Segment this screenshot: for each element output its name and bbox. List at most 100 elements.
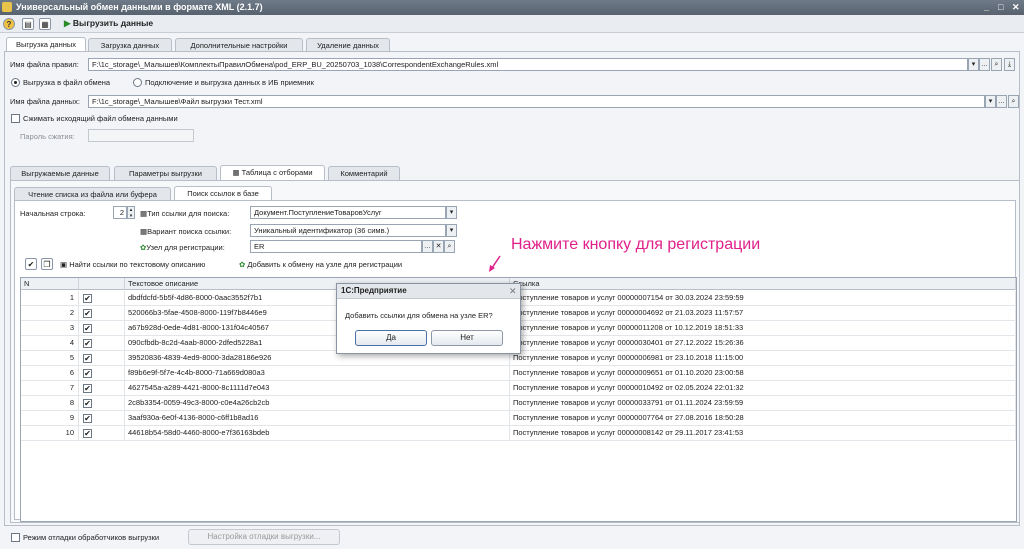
copy-icon[interactable]: ❐ <box>41 258 53 270</box>
find-refs-label: Найти ссылки по текстовому описанию <box>69 260 206 269</box>
compress-checkbox[interactable] <box>11 114 20 123</box>
row-checkbox[interactable]: ✔ <box>83 429 92 438</box>
add-to-exchange-button[interactable]: ✿ Добавить к обмену на узле для регистра… <box>239 260 402 269</box>
tab-delete-data[interactable]: Удаление данных <box>306 38 390 52</box>
dialog-no-button[interactable]: Нет <box>431 330 503 346</box>
data-file-search-icon[interactable]: ⌕ <box>1008 95 1019 108</box>
row-check-cell: ✔ <box>79 321 125 336</box>
row-text-description[interactable]: 3aaf930a-6e0f-4136-8000-c6ff1b8ad16 <box>125 411 510 426</box>
row-checkbox[interactable]: ✔ <box>83 339 92 348</box>
row-checkbox[interactable]: ✔ <box>83 294 92 303</box>
row-number: 5 <box>21 351 79 366</box>
tab-read-list[interactable]: Чтение списка из файла или буфера <box>14 187 171 201</box>
tab-filter-table[interactable]: ▦ Таблица с отборами <box>220 165 325 180</box>
row-number: 3 <box>21 321 79 336</box>
table-row[interactable]: 6 ✔ f89b6e9f-5f7e-4c4b-8000-71a669d080a3 По… <box>21 366 1016 381</box>
rules-search-icon[interactable]: ⌕ <box>991 58 1002 71</box>
add-exchange-icon: ✿ <box>239 260 246 269</box>
tab-extra-settings[interactable]: Дополнительные настройки <box>175 38 303 52</box>
check-all-icon[interactable]: ✔ <box>25 258 37 270</box>
row-checkbox[interactable]: ✔ <box>83 399 92 408</box>
row-checkbox[interactable]: ✔ <box>83 369 92 378</box>
table-row[interactable]: 7 ✔ 4627545a-a289-4421-8000-8c1111d7e043 По… <box>21 381 1016 396</box>
row-check-cell: ✔ <box>79 291 125 306</box>
rules-file-field[interactable]: F:\1c_storage\_Малышев\КомплектыПравилОб… <box>88 58 968 71</box>
restore-settings-icon[interactable]: ▦ <box>39 18 51 30</box>
tab-import[interactable]: Загрузка данных <box>88 38 172 52</box>
toolbar: ? ▤ ▦ ▶ Выгрузить данные <box>0 15 1024 33</box>
node-search-icon[interactable]: ⌕ <box>444 240 455 253</box>
row-reference[interactable]: Поступление товаров и услуг 00000008142 … <box>510 426 1016 441</box>
row-reference[interactable]: Поступление товаров и услуг 00000007154 … <box>510 291 1016 306</box>
row-reference[interactable]: Поступление товаров и услуг 00000011208 … <box>510 321 1016 336</box>
row-reference[interactable]: Поступление товаров и услуг 00000033791 … <box>510 396 1016 411</box>
find-refs-icon: ▣ <box>60 260 68 269</box>
tab-export-params[interactable]: Параметры выгрузки <box>114 166 217 180</box>
node-field[interactable]: ER <box>250 240 422 253</box>
data-file-dropdown-icon[interactable]: ▾ <box>985 95 996 108</box>
window-titlebar: Универсальный обмен данными в формате XM… <box>0 0 1024 15</box>
dialog-title: 1С:Предприятие <box>337 284 520 299</box>
help-icon[interactable]: ? <box>3 18 15 30</box>
data-file-field[interactable]: F:\1c_storage\_Малышев\Файл выгрузки Тес… <box>88 95 985 108</box>
tab-exported-data[interactable]: Выгружаемые данные <box>10 166 110 180</box>
export-data-button[interactable]: ▶ Выгрузить данные <box>64 18 153 29</box>
maximize-icon[interactable]: □ <box>998 2 1003 12</box>
dialog-yes-button[interactable]: Да <box>355 330 427 346</box>
row-checkbox[interactable]: ✔ <box>83 309 92 318</box>
table-row[interactable]: 10 ✔ 44618b54-58d0-4460-8000-e7f36163bdeb П… <box>21 426 1016 441</box>
tab-comment[interactable]: Комментарий <box>328 166 400 180</box>
tab-export[interactable]: Выгрузка данных <box>6 37 86 52</box>
col-header-check[interactable] <box>79 278 125 290</box>
close-window-icon[interactable]: ✕ <box>1012 2 1020 13</box>
variant-field[interactable]: Уникальный идентификатор (36 симв.) <box>250 224 446 237</box>
radio-export-to-file[interactable] <box>11 78 20 87</box>
tab-search-refs[interactable]: Поиск ссылок в базе <box>174 186 272 201</box>
variant-dropdown-icon[interactable]: ▾ <box>446 224 457 237</box>
debug-checkbox[interactable] <box>11 533 20 542</box>
save-settings-icon[interactable]: ▤ <box>22 18 34 30</box>
password-field[interactable] <box>88 129 194 142</box>
rules-open-icon[interactable]: ⤓ <box>1004 58 1015 71</box>
row-reference[interactable]: Поступление товаров и услуг 00000007764 … <box>510 411 1016 426</box>
row-reference[interactable]: Поступление товаров и услуг 00000004692 … <box>510 306 1016 321</box>
row-text-description[interactable]: 2c8b3354-0059-49c3-8000-c0e4a26cb2cb <box>125 396 510 411</box>
row-checkbox[interactable]: ✔ <box>83 354 92 363</box>
node-browse-icon[interactable]: … <box>422 240 433 253</box>
ref-type-label-text: Тип ссылки для поиска: <box>147 209 230 218</box>
data-file-label: Имя файла данных: <box>10 97 80 106</box>
row-checkbox[interactable]: ✔ <box>83 384 92 393</box>
row-number: 1 <box>21 291 79 306</box>
col-header-n[interactable]: N <box>21 278 79 290</box>
row-checkbox[interactable]: ✔ <box>83 324 92 333</box>
row-text-description[interactable]: 44618b54-58d0-4460-8000-e7f36163bdeb <box>125 426 510 441</box>
row-checkbox[interactable]: ✔ <box>83 414 92 423</box>
rules-browse-icon[interactable]: … <box>979 58 990 71</box>
row-reference[interactable]: Поступление товаров и услуг 00000030401 … <box>510 336 1016 351</box>
table-row[interactable]: 8 ✔ 2c8b3354-0059-49c3-8000-c0e4a26cb2cb По… <box>21 396 1016 411</box>
row-reference[interactable]: Поступление товаров и услуг 00000010492 … <box>510 381 1016 396</box>
table-row[interactable]: 9 ✔ 3aaf930a-6e0f-4136-8000-c6ff1b8ad16 Пос… <box>21 411 1016 426</box>
ref-type-dropdown-icon[interactable]: ▾ <box>446 206 457 219</box>
find-refs-button[interactable]: ▣ Найти ссылки по текстовому описанию <box>60 260 205 269</box>
radio-connect-export[interactable] <box>133 78 142 87</box>
ref-type-field[interactable]: Документ.ПоступлениеТоваровУслуг <box>250 206 446 219</box>
node-clear-icon[interactable]: ✕ <box>433 240 444 253</box>
tab-filter-table-label: Таблица с отборами <box>241 168 313 177</box>
row-text-description[interactable]: 4627545a-a289-4421-8000-8c1111d7e043 <box>125 381 510 396</box>
dialog-close-icon[interactable]: ✕ <box>509 286 517 297</box>
data-file-browse-icon[interactable]: … <box>996 95 1007 108</box>
start-row-spinner-icon[interactable]: ▴ ▾ <box>127 206 135 219</box>
variant-label: ▦Вариант поиска ссылки: <box>140 227 231 236</box>
radio-export-to-file-label: Выгрузка в файл обмена <box>23 78 111 87</box>
rules-dropdown-icon[interactable]: ▾ <box>968 58 979 71</box>
dialog-message: Добавить ссылки для обмена на узле ER? <box>345 311 493 320</box>
node-label: ✿Узел для регистрации: <box>140 243 225 252</box>
col-header-ref[interactable]: Ссылка <box>510 278 1016 290</box>
row-reference[interactable]: Поступление товаров и услуг 00000009651 … <box>510 366 1016 381</box>
minimize-icon[interactable]: _ <box>984 2 989 12</box>
start-row-field[interactable]: 2 <box>113 206 127 219</box>
row-text-description[interactable]: f89b6e9f-5f7e-4c4b-8000-71a669d080a3 <box>125 366 510 381</box>
debug-settings-button[interactable]: Настройка отладки выгрузки... <box>188 529 340 545</box>
row-reference[interactable]: Поступление товаров и услуг 00000006981 … <box>510 351 1016 366</box>
